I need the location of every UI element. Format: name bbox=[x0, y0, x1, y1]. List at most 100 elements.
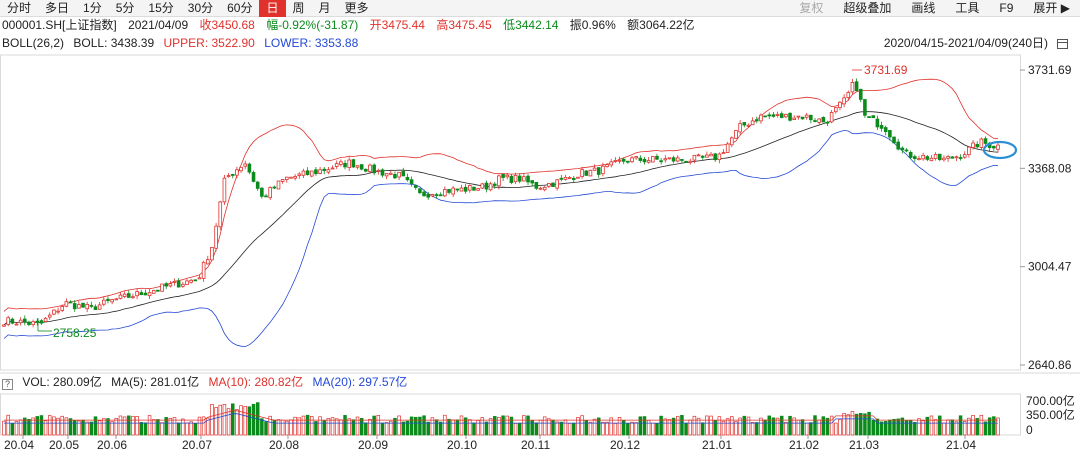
candle-body bbox=[318, 169, 322, 174]
candle-body bbox=[488, 183, 493, 191]
candle-body bbox=[89, 304, 94, 307]
volume-bar bbox=[696, 417, 701, 436]
candle-body bbox=[60, 306, 65, 311]
volume-bar bbox=[289, 419, 293, 436]
candle-body bbox=[925, 156, 930, 160]
candle-body bbox=[638, 157, 643, 161]
candle-body bbox=[937, 153, 942, 161]
boll-upper-line bbox=[3, 78, 999, 312]
candle-body bbox=[592, 167, 597, 171]
volume-bar bbox=[468, 419, 472, 436]
candle-body bbox=[563, 176, 568, 180]
candle-body bbox=[455, 188, 460, 191]
candle-body bbox=[621, 158, 626, 162]
candle-body bbox=[426, 193, 431, 198]
candle-body bbox=[226, 175, 231, 178]
volume-bar bbox=[239, 405, 243, 436]
candle-body bbox=[2, 324, 6, 327]
volume-bar bbox=[659, 415, 663, 436]
volume-bar bbox=[705, 415, 709, 436]
volume-bar bbox=[605, 421, 609, 436]
candle-body bbox=[551, 182, 555, 188]
candle-body bbox=[725, 143, 730, 153]
volume-bar bbox=[547, 418, 551, 436]
candle-body bbox=[264, 195, 268, 198]
volume-bar bbox=[110, 421, 114, 436]
candle-body bbox=[384, 173, 389, 177]
volume-bar bbox=[588, 421, 593, 436]
volume-bar bbox=[734, 421, 738, 436]
volume-bar bbox=[863, 413, 867, 436]
volume-bar bbox=[243, 405, 247, 436]
volume-bar bbox=[779, 415, 784, 436]
candle-body bbox=[280, 179, 285, 182]
candle-body bbox=[530, 180, 534, 184]
volume-bar bbox=[692, 415, 697, 436]
volume-bar bbox=[846, 414, 851, 436]
volume-bar bbox=[813, 415, 817, 436]
month-label: 21.04 bbox=[946, 438, 976, 452]
volume-bar bbox=[39, 415, 44, 436]
volume-bar bbox=[730, 416, 734, 436]
candle-body bbox=[459, 187, 464, 192]
candle-body bbox=[260, 187, 264, 197]
candle-body bbox=[825, 121, 830, 124]
volume-bar bbox=[613, 423, 618, 436]
volume-bar bbox=[709, 415, 713, 436]
candle-body bbox=[979, 138, 984, 148]
candle-body bbox=[451, 187, 455, 195]
candle-body bbox=[892, 136, 896, 144]
candle-body bbox=[896, 141, 900, 150]
volume-bar bbox=[879, 421, 884, 436]
volume-bar bbox=[900, 417, 905, 436]
volume-bar bbox=[513, 423, 518, 436]
volume-bar bbox=[759, 417, 763, 436]
volume-bar bbox=[563, 419, 568, 436]
volume-bar bbox=[326, 418, 331, 436]
candle-body bbox=[900, 147, 905, 151]
month-label: 20.08 bbox=[269, 438, 299, 452]
volume-bar bbox=[218, 404, 223, 436]
volume-bar bbox=[892, 418, 896, 436]
candle-body bbox=[659, 160, 663, 163]
volume-bar bbox=[634, 422, 638, 436]
candle-body bbox=[709, 153, 713, 157]
candle-body bbox=[301, 170, 306, 176]
volume-bar bbox=[214, 407, 218, 436]
candle-body bbox=[52, 309, 56, 315]
volume-bar bbox=[817, 419, 821, 436]
candle-body bbox=[833, 107, 838, 113]
volume-bar bbox=[443, 414, 447, 436]
candle-body bbox=[750, 120, 755, 126]
volume-bar bbox=[160, 422, 164, 436]
volume-bar bbox=[93, 416, 98, 436]
candle-body bbox=[576, 176, 580, 179]
candle-body bbox=[788, 112, 792, 121]
volume-bar bbox=[971, 415, 975, 436]
volume-bar bbox=[10, 423, 15, 436]
candle-body bbox=[883, 127, 888, 133]
candle-body bbox=[555, 179, 559, 189]
volume-bar bbox=[680, 415, 684, 436]
candle-body bbox=[118, 294, 123, 299]
candle-body bbox=[422, 191, 426, 197]
volume-bar bbox=[938, 415, 942, 436]
volume-bar bbox=[434, 419, 439, 436]
volume-bar bbox=[6, 414, 10, 436]
kline-chart[interactable]: 3731.69 3368.08 3004.47 2640.86 20.04 20.05 20… bbox=[0, 0, 1080, 455]
candle-body bbox=[513, 174, 518, 183]
candle-body bbox=[784, 113, 788, 118]
candle-body bbox=[39, 320, 44, 324]
candle-body bbox=[908, 152, 913, 158]
volume-bar bbox=[975, 418, 979, 436]
volume-axis-label: 0 bbox=[1026, 423, 1033, 437]
candle-body bbox=[613, 160, 618, 162]
candle-body bbox=[967, 146, 971, 156]
volume-bar bbox=[630, 421, 634, 436]
candle-body bbox=[359, 164, 364, 170]
volume-bar bbox=[280, 419, 285, 436]
candle-body bbox=[700, 155, 705, 158]
candle-body bbox=[413, 184, 418, 188]
candle-body bbox=[64, 301, 69, 307]
volume-bar bbox=[185, 422, 189, 436]
